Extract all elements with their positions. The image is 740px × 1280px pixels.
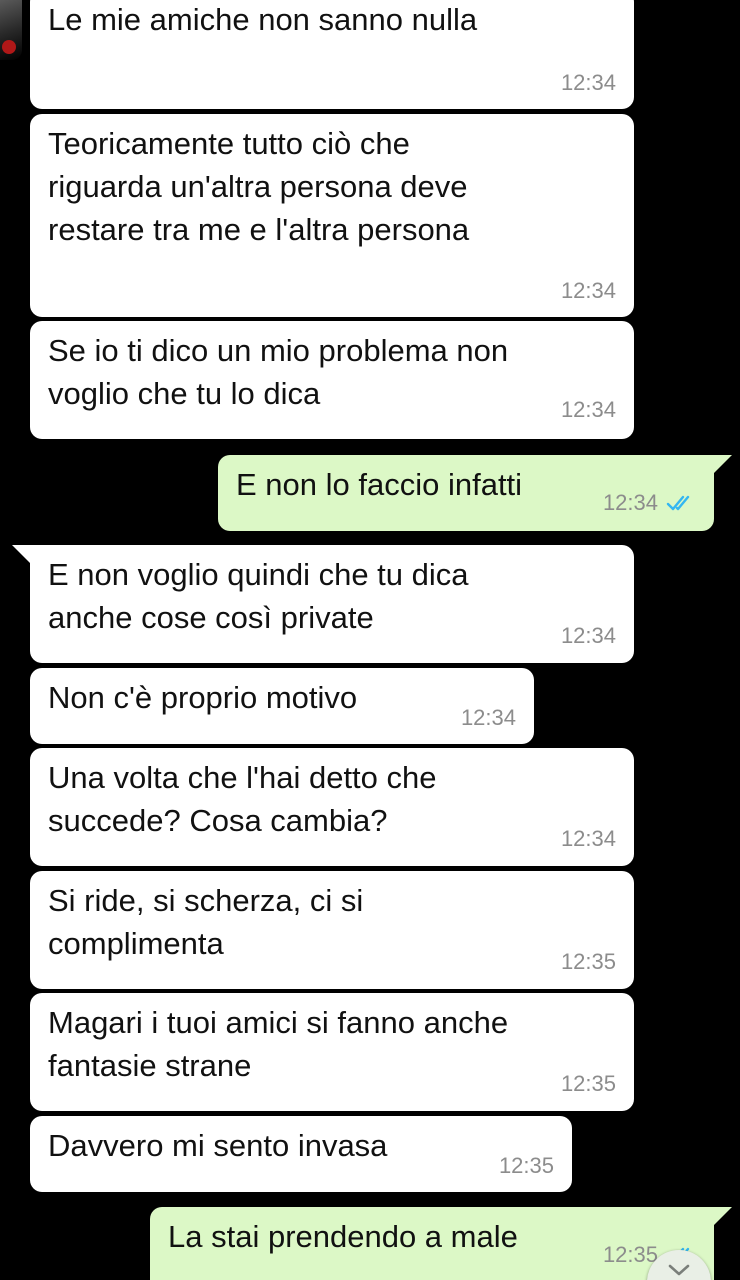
- message-bubble[interactable]: Una volta che l'hai detto che succede? C…: [30, 748, 634, 866]
- chevron-down-icon: [668, 1264, 690, 1276]
- message-time: 12:35: [498, 1153, 554, 1178]
- message-time: 12:34: [602, 490, 658, 515]
- chat-view: Le mie amiche non sanno nulla 12:34 Teor…: [0, 0, 740, 1280]
- message-time: 12:35: [560, 1071, 616, 1096]
- message-bubble[interactable]: Teoricamente tutto ciò che riguarda un'a…: [30, 114, 634, 317]
- message-time: 12:34: [560, 70, 616, 95]
- message-time: 12:34: [560, 623, 616, 648]
- message-bubble[interactable]: E non lo faccio infatti 12:34: [218, 455, 714, 531]
- bubble-tail: [12, 545, 30, 563]
- message-time: 12:35: [560, 949, 616, 974]
- message-text: Magari i tuoi amici si fanno anche fanta…: [48, 1005, 509, 1083]
- message-text: E non voglio quindi che tu dica anche co…: [48, 557, 469, 635]
- message-text: Una volta che l'hai detto che succede? C…: [48, 760, 437, 838]
- message-time: 12:34: [560, 278, 616, 303]
- message-bubble[interactable]: Magari i tuoi amici si fanno anche fanta…: [30, 993, 634, 1111]
- message-bubble[interactable]: Si ride, si scherza, ci si complimenta 1…: [30, 871, 634, 989]
- avatar-detail: [2, 40, 16, 54]
- message-bubble[interactable]: Le mie amiche non sanno nulla 12:34: [30, 0, 634, 109]
- message-time: 12:34: [560, 826, 616, 851]
- double-check-icon: [666, 495, 690, 511]
- message-bubble[interactable]: Davvero mi sento invasa 12:35: [30, 1116, 572, 1192]
- message-time: 12:35: [602, 1242, 658, 1267]
- message-text: Non c'è proprio motivo: [48, 680, 358, 715]
- message-text: Si ride, si scherza, ci si complimenta: [48, 883, 364, 961]
- bubble-tail: [714, 455, 732, 473]
- message-time: 12:34: [460, 705, 516, 730]
- message-text: Teoricamente tutto ciò che riguarda un'a…: [48, 126, 470, 247]
- contact-avatar: [0, 0, 22, 60]
- message-bubble[interactable]: Non c'è proprio motivo 12:34: [30, 668, 534, 744]
- bubble-tail: [714, 1207, 732, 1225]
- message-text: Le mie amiche non sanno nulla: [48, 2, 478, 37]
- message-text: Davvero mi sento invasa: [48, 1128, 388, 1163]
- message-bubble[interactable]: Se io ti dico un mio problema non voglio…: [30, 321, 634, 439]
- message-text: Se io ti dico un mio problema non voglio…: [48, 333, 509, 411]
- message-bubble[interactable]: E non voglio quindi che tu dica anche co…: [30, 545, 634, 663]
- message-bubble[interactable]: La stai prendendo a male 12:35: [150, 1207, 714, 1280]
- message-time: 12:34: [560, 397, 616, 422]
